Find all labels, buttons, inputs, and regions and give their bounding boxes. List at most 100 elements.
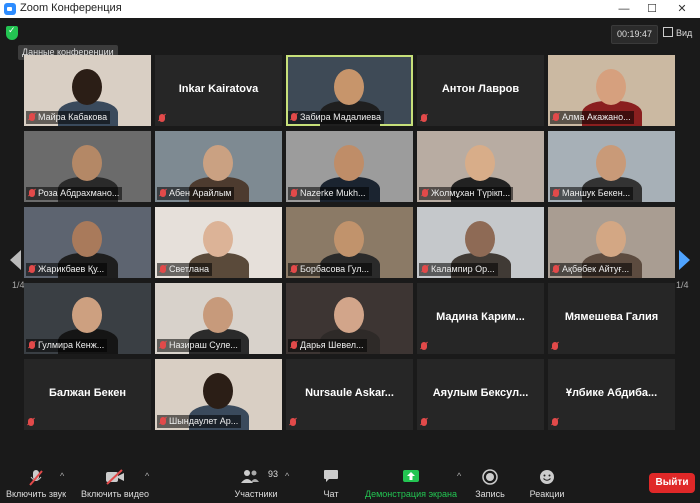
leave-meeting-button[interactable]: Выйти (649, 473, 695, 493)
mic-muted-icon (421, 342, 427, 350)
video-feed (596, 145, 626, 181)
participant-tile[interactable]: Nursaule Askar... (286, 359, 413, 430)
participant-tile[interactable]: Маншук Бекен... (548, 131, 675, 202)
chat-button[interactable]: Чат (312, 463, 350, 503)
mic-muted-icon (160, 341, 166, 349)
participant-tile[interactable]: Мадина Карим... (417, 283, 544, 354)
participant-name-label: Жолмұхан Түрікп... (419, 187, 514, 200)
participant-tile[interactable]: Борбасова Гул... (286, 207, 413, 278)
video-feed (596, 69, 626, 105)
participant-tile[interactable]: Роза Абдрахмано... (24, 131, 151, 202)
minimize-button[interactable]: — (610, 0, 638, 18)
video-feed (465, 221, 495, 257)
audio-options-chevron-icon[interactable]: ^ (60, 471, 64, 481)
participant-tile[interactable]: Забира Мадалиева (286, 55, 413, 126)
participant-name-label: Балжан Бекен (48, 387, 127, 399)
participant-name-label: Nursaule Askar... (305, 387, 394, 399)
record-button[interactable]: Запись (468, 463, 512, 503)
participant-tile[interactable]: Абен Арайлым (155, 131, 282, 202)
participant-name-label: Калампир Ор... (419, 263, 498, 276)
share-options-chevron-icon[interactable]: ^ (457, 471, 461, 481)
participant-tile[interactable]: Inkar Kairatova (155, 55, 282, 126)
mic-muted-icon (552, 342, 558, 350)
mic-muted-icon (159, 114, 165, 122)
video-feed (596, 221, 626, 257)
participant-name-label: Борбасова Гул... (288, 263, 372, 276)
participant-name-label: Ақбөбек Айтуғ... (550, 263, 633, 276)
video-gallery: Данные конференции 00:19:47 Вид 1/4 1/4 … (0, 18, 700, 463)
mic-muted-icon (29, 265, 35, 273)
participant-tile[interactable]: Майра Кабакова (24, 55, 151, 126)
participant-name-label: Мямешева Галия (564, 311, 659, 323)
participant-name-label: Жарикбаев Қу... (26, 263, 108, 276)
mic-muted-icon (422, 189, 428, 197)
participant-tile[interactable]: Светлана (155, 207, 282, 278)
participant-tile[interactable]: Назираш Суле... (155, 283, 282, 354)
participant-tile[interactable]: Гулмира Кенж... (24, 283, 151, 354)
participant-tile[interactable]: Алма Акажано... (548, 55, 675, 126)
participant-tile[interactable]: Шындаулет Ар... (155, 359, 282, 430)
participant-name-label: Nazerke Mukh... (288, 187, 369, 200)
camera-off-icon (106, 469, 124, 485)
mic-muted-icon (160, 189, 166, 197)
previous-page-arrow-icon[interactable] (10, 250, 21, 270)
zoom-logo-icon (4, 3, 16, 15)
video-feed (72, 221, 102, 257)
participant-tile[interactable]: Дарья Шевел... (286, 283, 413, 354)
next-page-arrow-icon[interactable] (679, 250, 690, 270)
mic-muted-icon (160, 417, 166, 425)
participant-name-label: Аяулым Бексул... (432, 387, 529, 399)
page-indicator-right: 1/4 (676, 280, 689, 290)
mic-muted-icon (421, 114, 427, 122)
mic-muted-icon (29, 189, 35, 197)
participants-button[interactable]: 93 Участники (226, 463, 286, 503)
maximize-button[interactable]: ☐ (638, 0, 666, 18)
participant-tile[interactable]: Жарикбаев Қу... (24, 207, 151, 278)
mic-muted-icon (28, 418, 34, 426)
mic-muted-icon (290, 418, 296, 426)
participant-tile[interactable]: Балжан Бекен (24, 359, 151, 430)
video-options-chevron-icon[interactable]: ^ (145, 471, 149, 481)
start-video-button[interactable]: Включить видео (76, 463, 154, 503)
window-titlebar: Zoom Конференция — ☐ ✕ (0, 0, 700, 18)
mic-muted-icon (553, 113, 559, 121)
mic-muted-icon (421, 418, 427, 426)
participant-name-label: Назираш Суле... (157, 339, 241, 352)
participant-tile[interactable]: Аяулым Бексул... (417, 359, 544, 430)
video-feed (72, 297, 102, 333)
participant-name-label: Гулмира Кенж... (26, 339, 108, 352)
video-feed (203, 145, 233, 181)
participant-tile[interactable]: Ақбөбек Айтуғ... (548, 207, 675, 278)
mic-muted-icon (291, 189, 297, 197)
participant-tile[interactable]: Мямешева Галия (548, 283, 675, 354)
view-button[interactable]: Вид (663, 25, 695, 42)
video-feed (334, 69, 364, 105)
meeting-timer: 00:19:47 (611, 25, 658, 44)
participant-tile[interactable]: Ұлбике Абдиба... (548, 359, 675, 430)
mic-muted-icon (291, 265, 297, 273)
share-screen-button[interactable]: Демонстрация экрана (362, 463, 460, 503)
record-icon (482, 469, 498, 485)
participant-tile[interactable]: Антон Лавров (417, 55, 544, 126)
video-feed (203, 297, 233, 333)
participant-tile[interactable]: Жолмұхан Түрікп... (417, 131, 544, 202)
mic-muted-icon (553, 265, 559, 273)
mic-muted-icon (291, 113, 297, 121)
smiley-icon (540, 470, 554, 484)
share-screen-icon (403, 470, 419, 482)
participant-name-label: Inkar Kairatova (178, 83, 259, 95)
video-feed (72, 145, 102, 181)
participant-name-label: Ұлбике Абдиба... (565, 387, 658, 399)
shield-icon[interactable] (6, 25, 18, 40)
reactions-button[interactable]: Реакции (524, 463, 570, 503)
close-button[interactable]: ✕ (668, 0, 696, 18)
window-title: Zoom Конференция (20, 2, 122, 14)
mic-muted-icon (29, 113, 35, 121)
mic-muted-icon (422, 265, 428, 273)
unmute-button[interactable]: Включить звук (0, 463, 72, 503)
page-indicator-left: 1/4 (12, 280, 25, 290)
video-feed (334, 297, 364, 333)
participant-tile[interactable]: Nazerke Mukh... (286, 131, 413, 202)
participant-tile[interactable]: Калампир Ор... (417, 207, 544, 278)
participants-options-chevron-icon[interactable]: ^ (285, 471, 289, 481)
